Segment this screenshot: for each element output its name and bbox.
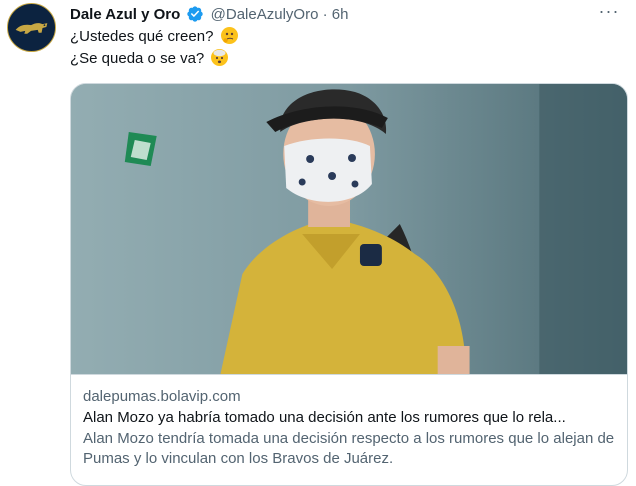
card-body[interactable]: dalepumas.bolavip.com Alan Mozo ya habrí… — [71, 374, 627, 469]
card-description: Alan Mozo tendría tomada una decisión re… — [83, 430, 615, 467]
more-options-button[interactable]: ··· — [598, 2, 620, 22]
verified-badge-icon — [186, 5, 204, 23]
link-card[interactable]: dalepumas.bolavip.com Alan Mozo ya habrí… — [70, 83, 628, 486]
card-title: Alan Mozo ya habría tomado una decisión … — [83, 409, 566, 426]
separator-dot: · — [322, 6, 328, 23]
tweet-line-1-text: ¿Ustedes qué creen? — [70, 28, 214, 45]
tweet-timestamp[interactable]: 6h — [332, 6, 349, 23]
card-domain: dalepumas.bolavip.com — [83, 388, 241, 405]
thinking-face-icon — [220, 27, 238, 44]
puma-logo-icon — [8, 4, 55, 51]
author-name[interactable]: Dale Azul y Oro — [70, 6, 180, 23]
card-image[interactable] — [71, 84, 627, 374]
tweet-line-2: ¿Se queda o se va? — [70, 48, 610, 70]
exploding-head-icon — [211, 49, 229, 66]
tweet-text: ¿Ustedes qué creen? ¿Se queda o se va? — [70, 26, 610, 70]
tweet-header: Dale Azul y Oro @DaleAzulyOro · 6h — [70, 4, 636, 26]
author-handle[interactable]: @DaleAzulyOro — [211, 6, 319, 23]
tweet-line-1: ¿Ustedes qué creen? — [70, 26, 610, 48]
player-photo — [71, 84, 627, 374]
tweet-line-2-text: ¿Se queda o se va? — [70, 50, 205, 67]
avatar[interactable] — [7, 3, 56, 52]
